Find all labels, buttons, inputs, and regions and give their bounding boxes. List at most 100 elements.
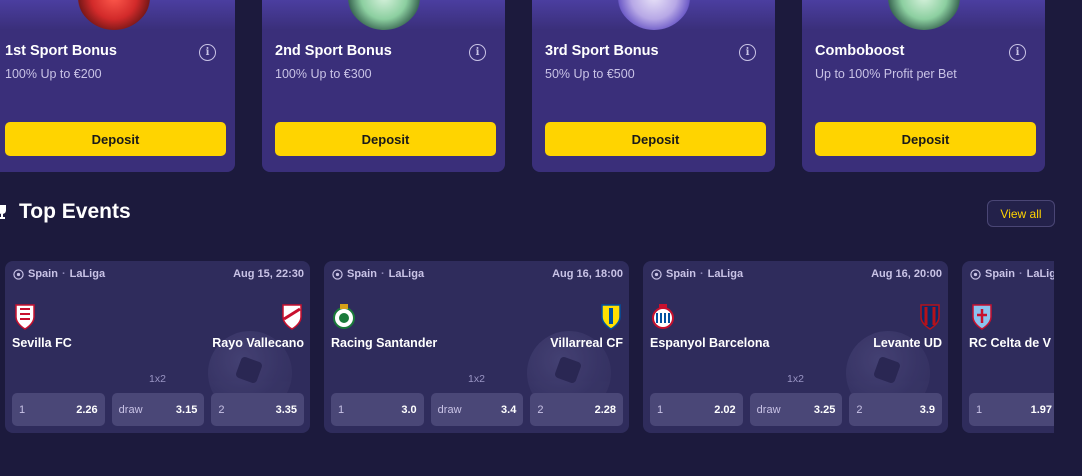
league-info: Spain · LaLiga [651, 268, 743, 280]
odd-label: 1 [976, 403, 983, 416]
home-team: RC Celta de V [969, 336, 1051, 350]
bonus-title: 2nd Sport Bonus [275, 43, 392, 59]
info-icon[interactable]: i [739, 44, 756, 61]
country-label: Spain [347, 268, 377, 280]
bonus-subtitle: 100% Up to €200 [5, 67, 102, 81]
bonus-illustration [0, 0, 235, 30]
info-icon[interactable]: i [1009, 44, 1026, 61]
odd-button-draw[interactable]: draw 3.4 [430, 393, 524, 426]
odd-value: 2.02 [714, 403, 736, 416]
rayo-vallecano-crest-icon [282, 304, 302, 330]
event-date: Aug 15, 22:30 [233, 268, 304, 280]
odd-value: 3.35 [275, 403, 298, 416]
country-label: Spain [985, 268, 1015, 280]
odd-value: 3.25 [813, 403, 836, 416]
home-team: Racing Santander [331, 336, 438, 350]
celta-crest-icon [972, 304, 992, 330]
odd-value: 2.28 [594, 403, 617, 416]
event-card[interactable]: Spain · LaLiga Aug 16, 18:00 Racing Sant… [324, 261, 629, 433]
bonus-illustration [532, 0, 775, 30]
odds-row: 1 2.02 draw 3.25 2 3.9 [650, 393, 943, 426]
bonus-title: 3rd Sport Bonus [545, 43, 659, 59]
soccer-ball-icon [970, 268, 981, 280]
country-label: Spain [28, 268, 58, 280]
info-icon[interactable]: i [199, 44, 216, 61]
deposit-button[interactable]: Deposit [275, 122, 496, 156]
deposit-button[interactable]: Deposit [815, 122, 1036, 156]
odd-button-home[interactable]: 1 3.0 [331, 393, 424, 426]
away-team: Levante UD [873, 336, 942, 350]
bonus-card-2nd-sport: 2nd Sport Bonus 100% Up to €300 i Deposi… [262, 0, 505, 172]
bonus-card-comboboost: Comboboost Up to 100% Profit per Bet i D… [802, 0, 1045, 172]
odd-button-draw[interactable]: draw 3.25 [749, 393, 843, 426]
home-team: Espanyol Barcelona [650, 336, 770, 350]
league-info: Spain · LaLiga [13, 268, 105, 280]
odd-label: 2 [218, 403, 225, 416]
event-card[interactable]: Spain · LaLig RC Celta de V 1 1.97 [962, 261, 1054, 433]
soccer-ball-icon [13, 268, 24, 280]
country-label: Spain [666, 268, 696, 280]
bonus-subtitle: 50% Up to €500 [545, 67, 635, 81]
event-card[interactable]: Spain · LaLiga Aug 15, 22:30 Sevilla FC … [5, 261, 310, 433]
odd-button-away[interactable]: 2 2.28 [530, 393, 624, 426]
racing-santander-crest-icon [333, 304, 355, 329]
odds-row: 1 1.97 [969, 393, 1054, 426]
odd-value: 1.97 [1030, 403, 1052, 416]
events-row: Spain · LaLiga Aug 15, 22:30 Sevilla FC … [5, 261, 1054, 433]
odd-button-home[interactable]: 1 2.02 [650, 393, 743, 426]
levante-crest-icon [920, 304, 940, 330]
view-all-button[interactable]: View all [987, 200, 1055, 227]
market-label: 1x2 [787, 373, 804, 385]
league-info: Spain · LaLiga [332, 268, 424, 280]
odds-row: 1 2.26 draw 3.15 2 3.35 [12, 393, 305, 426]
odd-button-away[interactable]: 2 3.35 [211, 393, 305, 426]
odd-label: draw [437, 403, 462, 416]
market-label: 1x2 [149, 373, 166, 385]
sevilla-crest-icon [15, 304, 35, 330]
espanyol-crest-icon [652, 304, 674, 329]
bonus-card-3rd-sport: 3rd Sport Bonus 50% Up to €500 i Deposit [532, 0, 775, 172]
league-label: LaLiga [69, 268, 106, 280]
deposit-button[interactable]: Deposit [5, 122, 226, 156]
odd-button-draw[interactable]: draw 3.15 [111, 393, 205, 426]
event-card[interactable]: Spain · LaLiga Aug 16, 20:00 Espanyol Ba… [643, 261, 948, 433]
odd-label: draw [118, 403, 143, 416]
deposit-button[interactable]: Deposit [545, 122, 766, 156]
home-team: Sevilla FC [12, 336, 72, 350]
bonus-card-1st-sport: 1st Sport Bonus 100% Up to €200 i Deposi… [0, 0, 235, 172]
bonus-title: 1st Sport Bonus [5, 43, 117, 59]
league-label: LaLig [1026, 268, 1054, 280]
soccer-ball-icon [332, 268, 343, 280]
odd-label: 2 [856, 403, 863, 416]
bonus-subtitle: 100% Up to €300 [275, 67, 372, 81]
market-label: 1x2 [468, 373, 485, 385]
odd-value: 3.0 [401, 403, 417, 416]
away-team: Rayo Vallecano [212, 336, 304, 350]
odd-value: 2.26 [76, 403, 98, 416]
away-team: Villarreal CF [550, 336, 623, 350]
bonus-subtitle: Up to 100% Profit per Bet [815, 67, 957, 81]
event-date: Aug 16, 18:00 [552, 268, 623, 280]
odd-value: 3.9 [919, 403, 936, 416]
odd-button-away[interactable]: 2 3.9 [849, 393, 943, 426]
odd-label: 2 [537, 403, 544, 416]
info-icon[interactable]: i [469, 44, 486, 61]
soccer-ball-icon [651, 268, 662, 280]
odd-button-home[interactable]: 1 1.97 [969, 393, 1054, 426]
odd-label: draw [756, 403, 781, 416]
bonus-title: Comboboost [815, 43, 905, 59]
odds-row: 1 3.0 draw 3.4 2 2.28 [331, 393, 624, 426]
league-label: LaLiga [707, 268, 744, 280]
odd-label: 1 [657, 403, 664, 416]
section-title: Top Events [19, 200, 131, 223]
league-label: LaLiga [388, 268, 425, 280]
trophy-icon [0, 205, 6, 219]
bonus-cards-row: 1st Sport Bonus 100% Up to €200 i Deposi… [0, 0, 1045, 172]
event-date: Aug 16, 20:00 [871, 268, 942, 280]
bonus-illustration [802, 0, 1045, 30]
odd-label: 1 [19, 403, 26, 416]
odd-value: 3.15 [175, 403, 198, 416]
odd-button-home[interactable]: 1 2.26 [12, 393, 105, 426]
villarreal-crest-icon [601, 304, 621, 330]
league-info: Spain · LaLig [970, 268, 1054, 280]
